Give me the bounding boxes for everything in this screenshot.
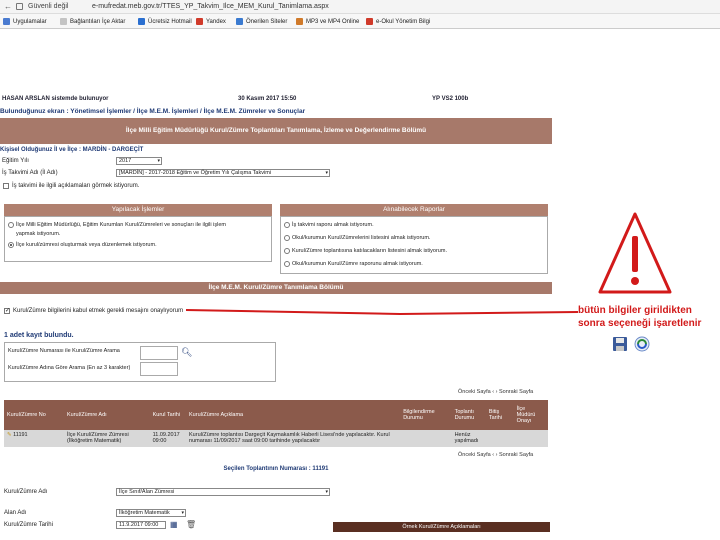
refresh-icon[interactable] bbox=[634, 336, 650, 352]
chevron-left-icon[interactable]: ‹ bbox=[492, 452, 494, 458]
prev-page-link[interactable]: Önceki Sayfa bbox=[458, 452, 491, 458]
chevron-down-icon: ▾ bbox=[325, 489, 328, 495]
results-table: Kurul/Zümre No Kurul/Zümre Adı Kurul Tar… bbox=[4, 400, 548, 447]
col-no[interactable]: Kurul/Zümre No bbox=[4, 400, 64, 430]
chevron-left-icon[interactable]: ‹ bbox=[492, 389, 494, 395]
table-row[interactable]: ✎ 11191 İlçe Kurul/Zümre Zümresi (İlköğr… bbox=[4, 430, 548, 447]
chevron-right-icon[interactable]: › bbox=[496, 389, 498, 395]
col-info[interactable]: Bilgilendirme Durumu bbox=[400, 400, 452, 430]
cell-name: İlçe Kurul/Zümre Zümresi (İlköğretim Mat… bbox=[63, 430, 150, 447]
table-header-row: Kurul/Zümre No Kurul/Zümre Adı Kurul Tar… bbox=[4, 400, 548, 430]
pager-bottom: Önceki Sayfa ‹ › Sonraki Sayfa bbox=[458, 452, 533, 458]
col-name[interactable]: Kurul/Zümre Adı bbox=[63, 400, 150, 430]
annotation-note: bütün bilgiler girildikten sonra seçeneğ… bbox=[578, 304, 701, 330]
prev-page-link[interactable]: Önceki Sayfa bbox=[458, 389, 491, 395]
search-name-label: Kurul/Zümre Adına Göre Arama (En az 3 ka… bbox=[8, 365, 131, 371]
alan-select[interactable]: İlköğretim Matematik ▾ bbox=[116, 509, 186, 517]
annotation-pointer bbox=[185, 212, 672, 315]
cell-end bbox=[485, 430, 514, 447]
cell-info bbox=[400, 430, 452, 447]
save-icon[interactable] bbox=[612, 336, 628, 352]
col-meeting[interactable]: Toplantı Durumu bbox=[451, 400, 486, 430]
search-name-input[interactable] bbox=[140, 362, 178, 376]
col-date[interactable]: Kurul Tarihi bbox=[149, 400, 187, 430]
example-descriptions-bar: Örnek Kurul/Zümre Açıklamaları bbox=[333, 522, 550, 532]
cell-no: ✎ 11191 bbox=[4, 430, 64, 447]
cell-approval bbox=[513, 430, 548, 447]
kurul-select[interactable]: İlçe Sınıf/Alan Zümresi ▾ bbox=[116, 488, 330, 496]
kurul-label: Kurul/Zümre Adı bbox=[4, 489, 48, 495]
search-no-label: Kurul/Zümre Numarası ile Kurul/Zümre Ara… bbox=[8, 348, 120, 354]
warning-dot bbox=[631, 277, 639, 285]
col-end[interactable]: Bitiş Tarihi bbox=[485, 400, 514, 430]
chevron-down-icon: ▾ bbox=[181, 510, 184, 516]
calendar-icon[interactable]: ▦ bbox=[170, 520, 178, 529]
search-icon[interactable]: 🔍︎ bbox=[181, 347, 192, 358]
edit-icon[interactable]: ✎ bbox=[7, 432, 12, 438]
records-found: 1 adet kayıt bulundu. bbox=[4, 332, 74, 339]
annotation-line-1: bütün bilgiler girildikten bbox=[578, 305, 692, 316]
col-approval[interactable]: İlçe Müdürü Onayı bbox=[513, 400, 548, 430]
cell-date: 11.09.2017 09:00 bbox=[149, 430, 187, 447]
tarih-label: Kurul/Zümre Tarihi bbox=[4, 522, 53, 528]
next-page-link[interactable]: Sonraki Sayfa bbox=[499, 389, 533, 395]
pointer-line-1 bbox=[185, 309, 401, 315]
pager-top: Önceki Sayfa ‹ › Sonraki Sayfa bbox=[458, 389, 533, 395]
chevron-right-icon[interactable]: › bbox=[496, 452, 498, 458]
selected-meeting-title: Seçilen Toplantının Numarası : 11191 bbox=[223, 466, 329, 472]
cell-desc: Kurul/Zümre toplantısı Dargeçit Kaymakam… bbox=[186, 430, 401, 447]
action-icons bbox=[612, 336, 654, 352]
col-desc[interactable]: Kurul/Zümre Açıklama bbox=[186, 400, 401, 430]
trash-icon[interactable]: 🗑︎ bbox=[186, 520, 196, 529]
tarih-input[interactable]: 11.9.2017 09:00 bbox=[116, 521, 166, 529]
search-no-input[interactable] bbox=[140, 346, 178, 360]
next-page-link[interactable]: Sonraki Sayfa bbox=[499, 452, 533, 458]
warning-bar bbox=[632, 236, 638, 272]
annotation-line-2: sonra seçeneği işaretlenir bbox=[578, 318, 702, 329]
cell-meeting: Henüz yapılmadı bbox=[451, 430, 486, 447]
alan-label: Alan Adı bbox=[4, 510, 27, 516]
pointer-line-2 bbox=[399, 311, 579, 315]
